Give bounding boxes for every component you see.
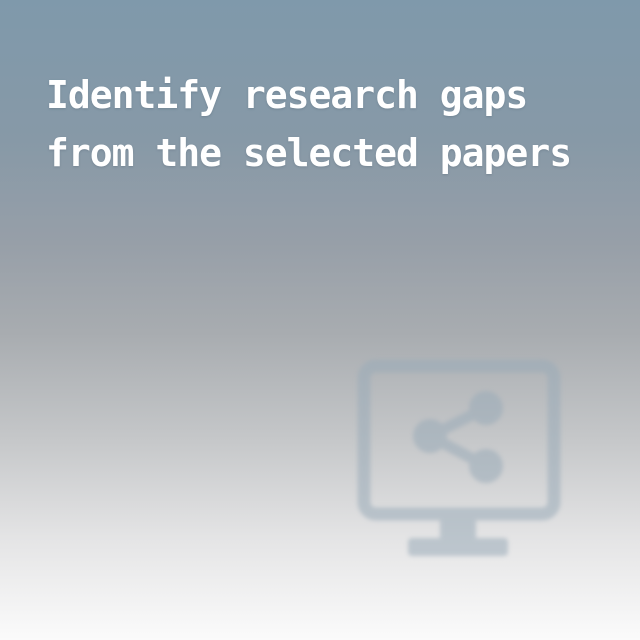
monitor-share-icon	[352, 356, 564, 568]
presentation-card: Identify research gaps from the selected…	[0, 0, 640, 640]
card-title: Identify research gaps from the selected…	[46, 73, 572, 175]
